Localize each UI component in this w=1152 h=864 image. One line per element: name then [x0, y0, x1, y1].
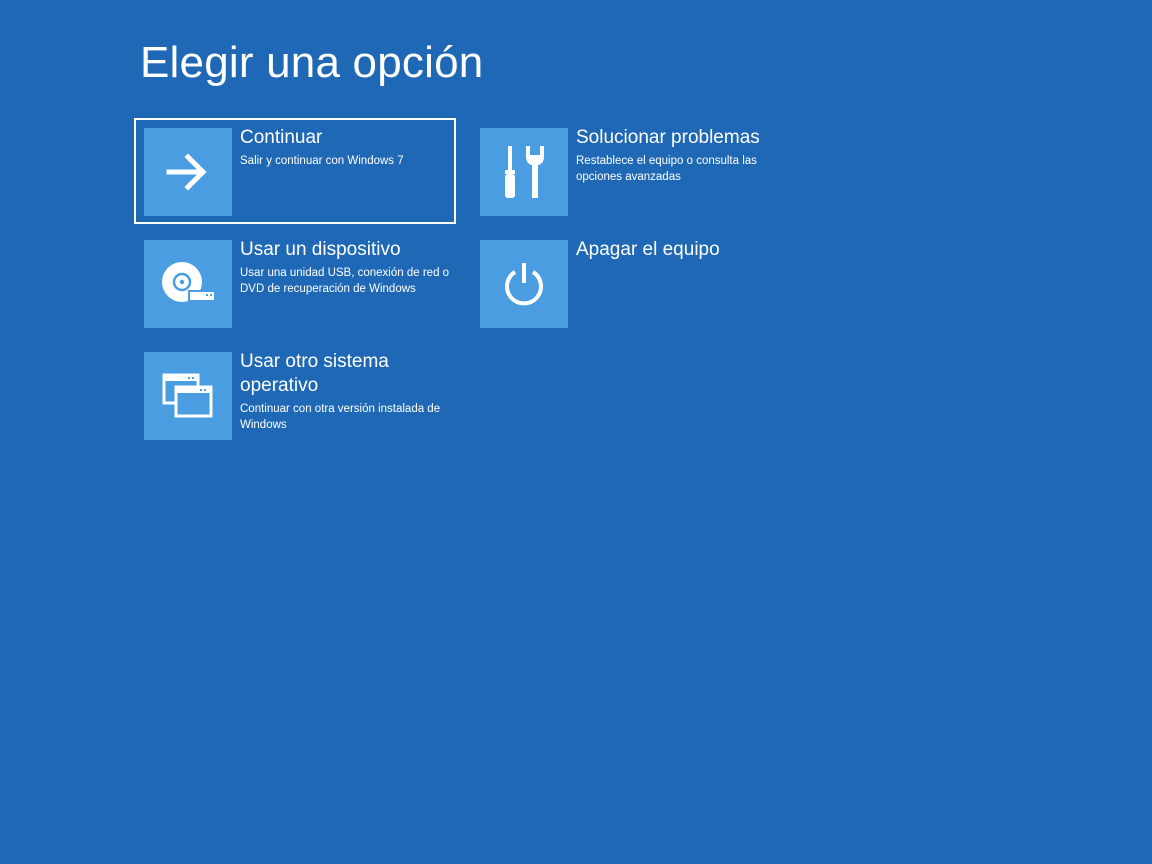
option-troubleshoot[interactable]: Solucionar problemas Restablece el equip… [470, 118, 792, 224]
option-other-os-title: Usar otro sistema operativo [240, 351, 389, 396]
option-troubleshoot-description: Restablece el equipo o consulta las opci… [576, 155, 757, 183]
page-title: Elegir una opción [140, 38, 484, 87]
tools-icon [505, 146, 544, 198]
option-other-os-description: Continuar con otra versión instalada de … [240, 403, 441, 431]
option-continue[interactable]: Continuar Salir y continuar con Windows … [134, 118, 456, 224]
power-icon [505, 263, 543, 306]
option-continue-tile [144, 128, 232, 216]
option-troubleshoot-title: Solucionar problemas [576, 127, 760, 148]
option-continue-title: Continuar [240, 127, 323, 148]
option-other-os[interactable]: Usar otro sistema operativo Continuar co… [134, 342, 456, 448]
windows-stack-icon [162, 373, 213, 418]
option-use-device-description: Usar una unidad USB, conexión de red o D… [240, 267, 450, 295]
arrow-right-icon [166, 153, 207, 191]
option-other-os-tile [144, 352, 232, 440]
option-use-device-tile [144, 240, 232, 328]
option-shutdown-title: Apagar el equipo [576, 239, 720, 260]
option-shutdown-tile [480, 240, 568, 328]
option-troubleshoot-tile [480, 128, 568, 216]
option-use-device-title: Usar un dispositivo [240, 239, 401, 260]
option-use-device[interactable]: Usar un dispositivo Usar una unidad USB,… [134, 230, 456, 336]
option-continue-description: Salir y continuar con Windows 7 [240, 155, 404, 167]
disc-usb-icon [162, 262, 214, 302]
option-shutdown[interactable]: Apagar el equipo [470, 230, 792, 336]
